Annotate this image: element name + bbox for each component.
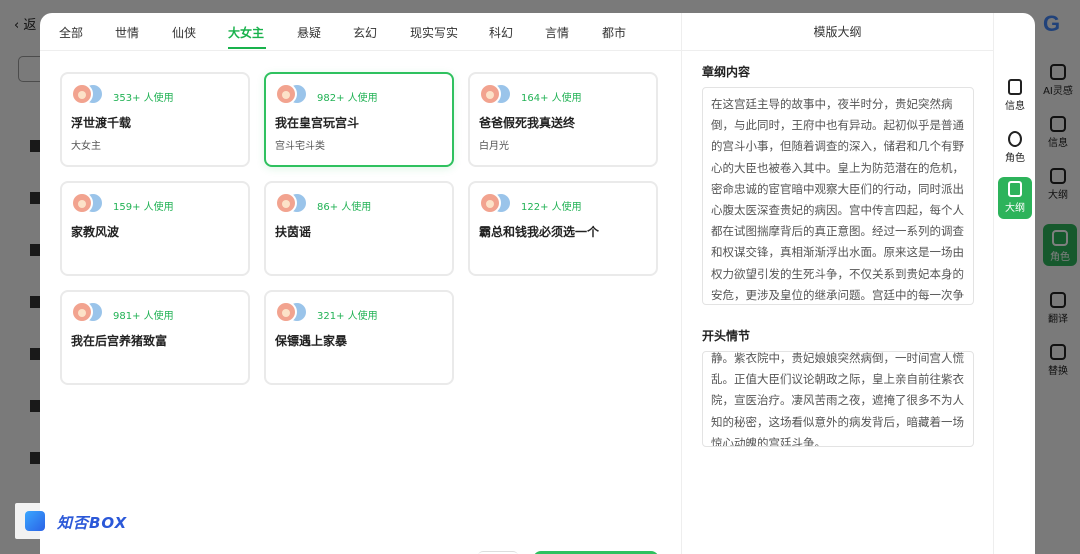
avatar-group (479, 192, 513, 216)
opening-textarea[interactable]: 静。紫衣院中，贵妃娘娘突然病倒，一时间宫人慌乱。正值大臣们议论朝政之际，皇上亲自… (702, 351, 974, 447)
template-card[interactable]: 164+ 人使用 爸爸假死我真送终 白月光 (468, 72, 658, 167)
watermark-text: 知否BOX (57, 514, 128, 532)
active-tab-indicator (228, 47, 266, 49)
outline-label: 章纲内容 (702, 65, 751, 79)
avatar (71, 192, 93, 214)
avatar-group (275, 192, 309, 216)
avatar (71, 301, 93, 323)
template-card[interactable]: 981+ 人使用 我在后宫养猪致富 (60, 290, 250, 385)
tab-realism[interactable]: 现实写实 (410, 24, 458, 41)
template-card-selected[interactable]: 982+ 人使用 我在皇宫玩宫斗 宫斗宅斗类 (264, 72, 454, 167)
template-title: 我在后宫养猪致富 (71, 334, 168, 348)
usage-count: 353+ 人使用 (113, 93, 174, 104)
category-tabs: 全部 世情 仙侠 大女主 悬疑 玄幻 现实写实 科幻 言情 都市 (40, 13, 681, 51)
opening-label: 开头情节 (702, 329, 751, 343)
tab-worldly[interactable]: 世情 (115, 24, 139, 41)
template-title: 霸总和钱我必须选一个 (479, 225, 600, 239)
tab-heroine[interactable]: 大女主 (228, 24, 264, 41)
template-tag: 大女主 (71, 141, 101, 152)
avatar-group (71, 301, 105, 325)
tab-romance[interactable]: 言情 (545, 24, 569, 41)
side-rail: 信息 角色 大纲 (994, 51, 1035, 554)
avatar (479, 192, 501, 214)
usage-count: 321+ 人使用 (317, 311, 378, 322)
usage-count: 982+ 人使用 (317, 93, 378, 104)
avatar-group (479, 83, 513, 107)
template-modal: 全部 世情 仙侠 大女主 悬疑 玄幻 现实写实 科幻 言情 都市 353+ 人使… (40, 13, 1035, 554)
template-card[interactable]: 122+ 人使用 霸总和钱我必须选一个 (468, 181, 658, 276)
avatar-group (71, 83, 105, 107)
usage-count: 159+ 人使用 (113, 202, 174, 213)
character-icon (1008, 131, 1022, 147)
template-title: 家教风波 (71, 225, 120, 239)
template-card[interactable]: 353+ 人使用 浮世渡千载 大女主 (60, 72, 250, 167)
info-icon (1008, 79, 1022, 95)
avatar (71, 83, 93, 105)
avatar-group (275, 301, 309, 325)
template-title: 浮世渡千载 (71, 116, 132, 130)
tab-fantasy[interactable]: 玄幻 (353, 24, 377, 41)
usage-count: 164+ 人使用 (521, 93, 582, 104)
template-title: 我在皇宫玩宫斗 (275, 116, 360, 130)
template-tag: 宫斗宅斗类 (275, 141, 325, 152)
outline-textarea[interactable]: 在这宫廷主导的故事中，夜半时分，贵妃突然病倒，与此同时，王府中也有异动。起初似乎… (702, 87, 974, 305)
template-title: 扶茵谣 (275, 225, 312, 239)
template-card[interactable]: 86+ 人使用 扶茵谣 (264, 181, 454, 276)
tab-urban[interactable]: 都市 (602, 24, 626, 41)
avatar (275, 83, 297, 105)
avatar-group (275, 83, 309, 107)
outline-icon (1008, 181, 1022, 197)
tab-xianxia[interactable]: 仙侠 (172, 24, 196, 41)
rail-info[interactable]: 信息 (998, 75, 1032, 117)
opening-text: 静。紫衣院中，贵妃娘娘突然病倒，一时间宫人慌乱。正值大臣们议论朝政之际，皇上亲自… (711, 351, 964, 447)
rail-character[interactable]: 角色 (998, 127, 1032, 169)
template-title: 保镖遇上家暴 (275, 334, 348, 348)
avatar (479, 83, 501, 105)
tab-mystery[interactable]: 悬疑 (297, 24, 321, 41)
tab-scifi[interactable]: 科幻 (489, 24, 513, 41)
template-tag: 白月光 (479, 141, 509, 152)
avatar (275, 192, 297, 214)
rail-outline[interactable]: 大纲 (998, 177, 1032, 219)
watermark: 知否BOX (15, 503, 153, 539)
panel-title: 模版大纲 (682, 13, 993, 51)
usage-count: 122+ 人使用 (521, 202, 582, 213)
template-card[interactable]: 159+ 人使用 家教风波 (60, 181, 250, 276)
template-title: 爸爸假死我真送终 (479, 116, 576, 130)
avatar-group (71, 192, 105, 216)
divider (681, 13, 682, 554)
avatar (275, 301, 297, 323)
usage-count: 981+ 人使用 (113, 311, 174, 322)
tab-all[interactable]: 全部 (59, 24, 83, 41)
usage-count: 86+ 人使用 (317, 202, 372, 213)
template-card[interactable]: 321+ 人使用 保镖遇上家暴 (264, 290, 454, 385)
brand-logo-icon (25, 511, 45, 531)
